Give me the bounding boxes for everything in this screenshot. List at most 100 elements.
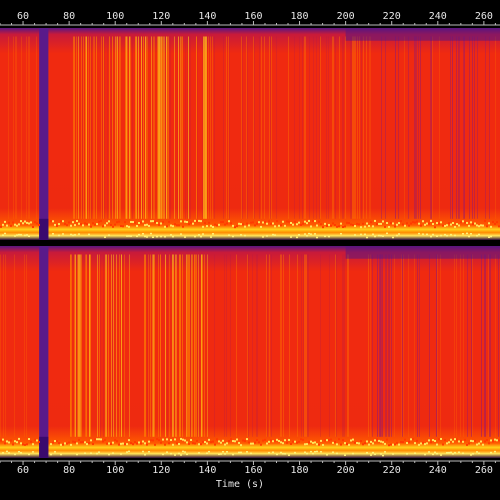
channel-2-low-band-dash (282, 442, 284, 445)
channel-1-low-band-dash (126, 235, 128, 237)
channel-2-low-band-dash (166, 451, 168, 453)
channel-2-low-band-dash (52, 441, 54, 444)
channel-1-quiet-band-low (39, 218, 49, 240)
channel-2-low-band-dash (246, 438, 248, 441)
channel-2-low-band-dash (332, 451, 334, 453)
channel-2-low-band-dash (10, 439, 12, 442)
channel-2-low-band-dash (384, 442, 386, 445)
channel-2-low-band-dash (304, 443, 306, 446)
channel-2-low-band-dash (330, 438, 332, 441)
channel-2-striation (121, 254, 122, 437)
channel-2-striation (256, 254, 257, 437)
channel-1-low-band-dash (492, 220, 494, 223)
channel-1-low-band-dash (372, 225, 374, 228)
channel-1-low-band-dash (58, 223, 60, 226)
channel-2-low-band-dash (364, 442, 366, 445)
channel-2-low-band-dash (32, 451, 34, 453)
channel-2-low-band-dash (12, 443, 14, 446)
bottom-axis-tick-label: 260 (475, 465, 493, 476)
channel-1-striation (111, 36, 112, 219)
channel-1-low-band-dash (128, 225, 130, 228)
channel-2-low-band-dash (182, 438, 184, 441)
channel-1-low-band-dash (346, 221, 348, 224)
channel-1-low-band-dash (494, 222, 496, 225)
channel-1-low-band-dash (72, 234, 74, 237)
channel-1-low-band-dash (366, 222, 368, 225)
channel-1-low-band-dash (450, 233, 452, 236)
channel-2-low-band-dash (180, 437, 182, 440)
channel-1-low-band-dash (378, 222, 380, 225)
channel-2-low-band-dash (60, 453, 62, 456)
channel-1-low-band-dash (418, 222, 420, 225)
channel-1-striation (472, 36, 473, 219)
channel-2-striation (76, 254, 77, 437)
channel-2-striation (266, 254, 267, 437)
channel-2-low-band-dash (164, 443, 166, 446)
channel-1-striation (452, 36, 453, 219)
channel-2-low-band-dash (240, 451, 242, 454)
channel-2-striation (106, 254, 107, 437)
channel-1-low-band-dash (314, 220, 316, 223)
channel-2-striation (85, 254, 86, 437)
channel-2-low-band-dash (120, 442, 122, 445)
channel-2-low-band-dash (398, 443, 400, 446)
channel-1-low-band-dash (212, 225, 214, 228)
channel-1-low-band-dash (52, 220, 54, 223)
channel-2-low-band-dash (412, 438, 414, 441)
channel-2-low-band-dash (348, 443, 350, 446)
channel-2-low-band-dash (108, 453, 110, 456)
channel-2-striation (99, 254, 100, 437)
channel-2-low-band-dash (226, 451, 228, 453)
channel-1-low-band-dash (136, 235, 138, 238)
channel-1-low-band-dash (408, 224, 410, 227)
channel-1-low-band-dash (12, 221, 14, 224)
channel-2-low-band-dash (212, 440, 214, 443)
channel-1-low-band-dash (298, 221, 300, 224)
channel-2-low-band-dash (56, 440, 58, 443)
channel-1-low-band-dash (200, 235, 202, 238)
channel-2-low-band-dash (170, 452, 172, 455)
channel-1-striation (189, 36, 190, 219)
channel-1-striation (102, 36, 103, 219)
channel-2-low-band-dash (316, 443, 318, 446)
channel-1-low-band-dash (372, 233, 374, 236)
channel-1-low-band-dash (332, 222, 334, 225)
channel-2-striation (154, 254, 155, 437)
channel-2-striation (342, 254, 343, 437)
channel-2-striation (190, 254, 191, 437)
channel-1-low-band-dash (226, 222, 228, 225)
channel-1-striation (357, 36, 358, 219)
channel-2-low-band-dash (312, 452, 314, 455)
channel-1-low-band-dash (50, 220, 52, 223)
channel-2-low-band-dash (202, 440, 204, 443)
channel-2-low-band-dash (344, 454, 346, 456)
channel-1-low-band-dash (296, 223, 298, 226)
channel-2-striation (391, 254, 392, 437)
channel-2-low-band-dash (172, 443, 174, 446)
channel-2-low-band-dash (326, 439, 328, 442)
channel-2-striation (372, 254, 373, 437)
channel-1-low-band-dash (436, 222, 438, 225)
channel-1-low-band-dash (320, 223, 322, 226)
channel-1-low-band-dash (428, 222, 430, 225)
channel-2-low-band-dash (372, 451, 374, 454)
top-axis-tick-label: 180 (291, 11, 309, 22)
channel-1-low-band-dash (462, 233, 464, 235)
bottom-axis-tick-label: 60 (17, 465, 29, 476)
channel-2-striation (112, 254, 113, 437)
channel-1-low-band-dash (340, 222, 342, 225)
channel-1-striation (196, 36, 197, 219)
channel-1-low-band-dash (350, 223, 352, 226)
channel-1-low-band-dash (86, 223, 88, 226)
channel-2-striation (191, 254, 192, 437)
channel-2-striation (403, 254, 404, 437)
channel-1-striation (127, 36, 128, 219)
channel-1-low-band-dash (204, 222, 206, 225)
channel-2-low-band-dash (194, 442, 196, 445)
channel-2-low-band-dash (210, 441, 212, 444)
channel-2-low-band-dash (306, 443, 308, 446)
channel-1-striation (432, 36, 433, 219)
channel-2-low-band-dash (226, 442, 228, 445)
channel-1-striation (167, 36, 168, 219)
channel-2-striation (226, 254, 227, 437)
